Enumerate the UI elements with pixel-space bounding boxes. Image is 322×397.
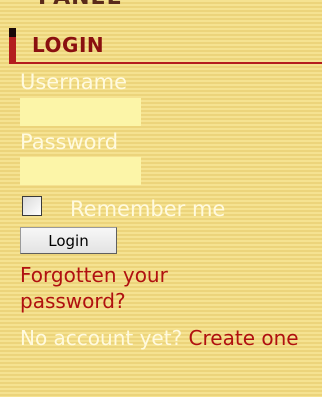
section-title-fragment: PANEL <box>38 0 122 10</box>
remember-me-checkbox[interactable] <box>22 196 42 216</box>
password-input[interactable] <box>20 157 141 185</box>
forgot-password-link[interactable]: Forgotten your password? <box>20 263 168 313</box>
forgot-password-block: Forgotten your password? <box>20 262 220 314</box>
remember-me-label: Remember me <box>70 197 226 221</box>
login-title: LOGIN <box>32 33 105 57</box>
header-accent-bar <box>9 28 16 64</box>
create-account-link[interactable]: Create one <box>189 326 299 350</box>
login-button[interactable]: Login <box>20 227 117 254</box>
username-input[interactable] <box>20 98 141 126</box>
login-module-header: LOGIN <box>0 26 322 66</box>
header-underline <box>9 62 322 64</box>
password-label: Password <box>20 130 119 154</box>
signup-block: No account yet? Create one <box>20 325 320 351</box>
username-label: Username <box>20 70 128 94</box>
no-account-text: No account yet? <box>20 326 183 350</box>
